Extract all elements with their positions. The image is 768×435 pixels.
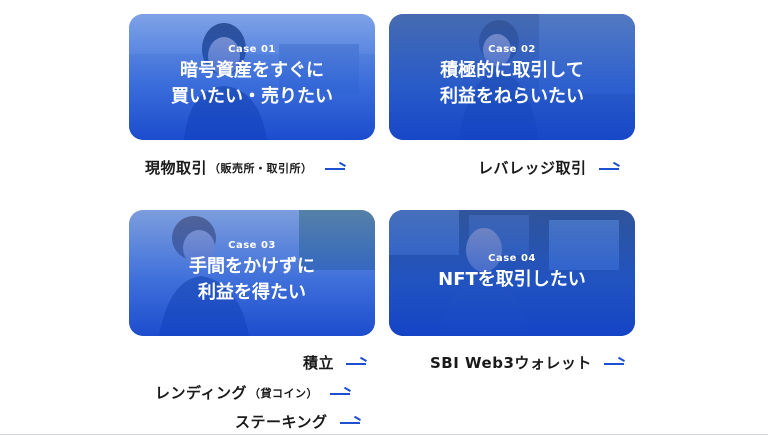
staking-label: ステーキング: [235, 413, 328, 431]
web3-wallet-label: SBI Web3ウォレット: [430, 354, 592, 372]
staking-link[interactable]: ステーキング: [235, 411, 360, 432]
case-label: Case 04: [488, 253, 536, 264]
spot-trading-link[interactable]: 現物取引 （販売所・取引所）: [145, 157, 345, 178]
leverage-trading-link[interactable]: レバレッジ取引: [478, 157, 619, 178]
arrow-right-icon: [339, 419, 360, 425]
case-title: 手間をかけずに 利益を得たい: [189, 256, 315, 303]
case-card-02[interactable]: Case 02 積極的に取引して 利益をねらいたい: [389, 14, 635, 140]
case-title: 積極的に取引して 利益をねらいたい: [440, 60, 584, 107]
tsumitate-label: 積立: [303, 354, 335, 372]
case-card-01[interactable]: Case 01 暗号資産をすぐに 買いたい・売りたい: [129, 14, 375, 140]
case-title: NFTを取引したい: [438, 269, 586, 290]
case-card-04[interactable]: Case 04 NFTを取引したい: [389, 210, 635, 336]
leverage-trading-label: レバレッジ取引: [478, 159, 587, 177]
case-title: 暗号資産をすぐに 買いたい・売りたい: [171, 60, 333, 107]
arrow-right-icon: [598, 165, 619, 171]
case-card-03[interactable]: Case 03 手間をかけずに 利益を得たい: [129, 210, 375, 336]
spot-trading-label: 現物取引: [145, 159, 208, 177]
arrow-right-icon: [324, 165, 345, 171]
tsumitate-link[interactable]: 積立: [303, 352, 367, 373]
lending-sub: （貸コイン）: [248, 386, 318, 400]
case-01-content: Case 01 暗号資産をすぐに 買いたい・売りたい: [129, 14, 375, 140]
case-04-content: Case 04 NFTを取引したい: [389, 210, 635, 336]
case-label: Case 02: [488, 44, 536, 55]
web3-wallet-link[interactable]: SBI Web3ウォレット: [430, 352, 624, 373]
lending-label: レンディング: [155, 384, 247, 402]
case-label: Case 03: [228, 240, 276, 251]
case-02-content: Case 02 積極的に取引して 利益をねらいたい: [389, 14, 635, 140]
arrow-right-icon: [329, 390, 350, 396]
arrow-right-icon: [346, 360, 367, 366]
case-label: Case 01: [228, 44, 276, 55]
arrow-right-icon: [603, 360, 624, 366]
spot-trading-sub: （販売所・取引所）: [209, 161, 313, 175]
case-03-content: Case 03 手間をかけずに 利益を得たい: [129, 210, 375, 336]
lending-link[interactable]: レンディング （貸コイン）: [155, 382, 350, 403]
